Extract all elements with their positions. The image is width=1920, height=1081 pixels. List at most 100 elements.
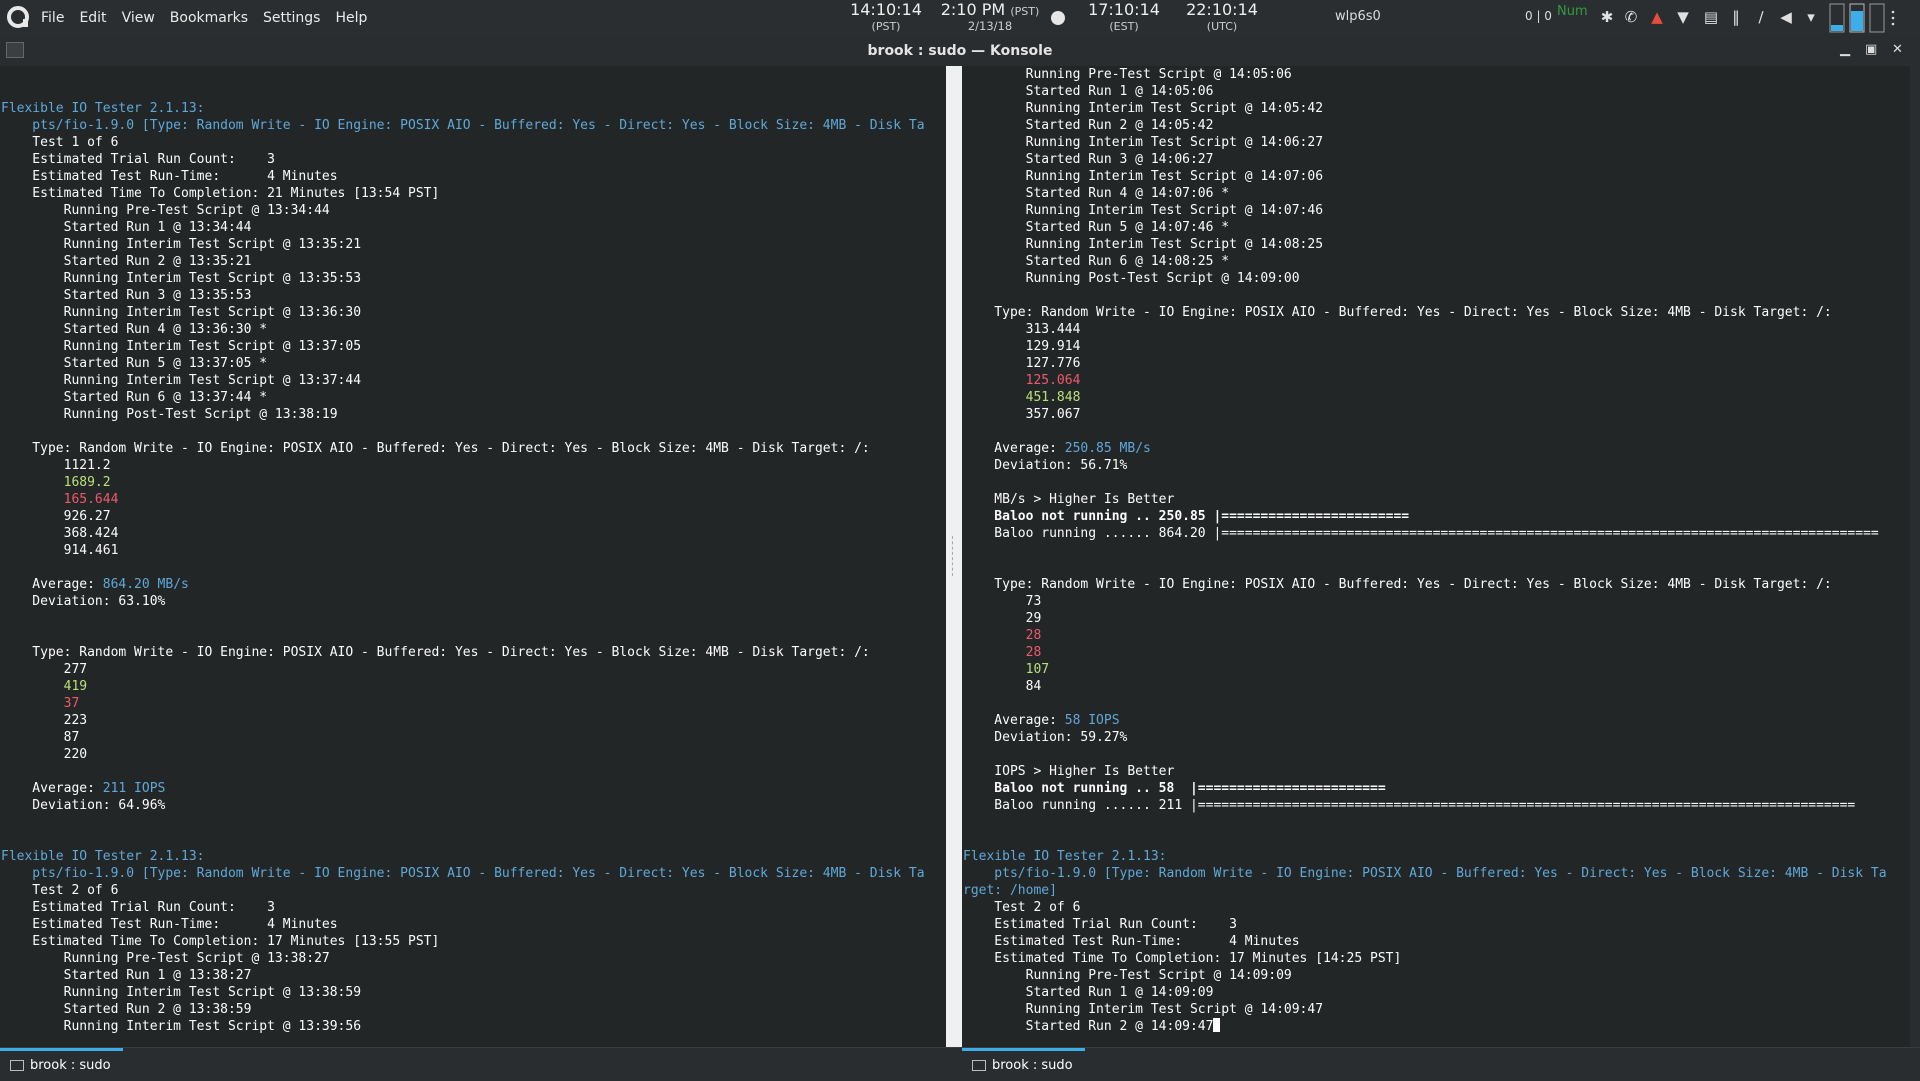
terminal-line: Started Run 5 @ 14:07:46 * bbox=[963, 219, 1887, 236]
terminal-line: Started Run 2 @ 13:35:21 bbox=[1, 253, 925, 270]
top-panel: File Edit View Bookmarks Settings Help 1… bbox=[0, 0, 1920, 48]
ghost-icon[interactable]: ▲ bbox=[1648, 8, 1666, 26]
terminal-line-text: 914.461 bbox=[1, 543, 119, 558]
terminal-line-text: Started Run 6 @ 13:37:44 * bbox=[1, 390, 268, 405]
menu-help[interactable]: Help bbox=[335, 10, 367, 26]
terminal-line-text: Running Interim Test Script @ 14:06:27 bbox=[963, 135, 1324, 150]
terminal-line-text: 1121.2 bbox=[1, 458, 111, 473]
terminal-output: Flexible IO Tester 2.1.13: pts/fio-1.9.0… bbox=[1, 66, 925, 1035]
terminal-line: 277 bbox=[1, 661, 925, 678]
clock-zone: (EST) bbox=[1109, 20, 1139, 33]
terminal-line: IOPS > Higher Is Better bbox=[963, 763, 1887, 780]
terminal-line: 357.067 bbox=[963, 406, 1887, 423]
terminal-line-text: Baloo not running .. 58 |===============… bbox=[963, 781, 1386, 796]
terminal-line: Estimated Test Run-Time: 4 Minutes bbox=[1, 916, 925, 933]
terminal-icon bbox=[972, 1060, 986, 1071]
terminal-line: 29 bbox=[963, 610, 1887, 627]
minimize-icon[interactable]: ▁ bbox=[1840, 42, 1850, 57]
split-divider[interactable] bbox=[946, 66, 962, 1047]
bluetooth-icon[interactable]: ✱ bbox=[1598, 8, 1616, 26]
pause-icon[interactable]: ‖ bbox=[1727, 8, 1745, 26]
terminal-line: 1689.2 bbox=[1, 474, 925, 491]
menu-edit[interactable]: Edit bbox=[79, 10, 106, 26]
terminal-line: pts/fio-1.9.0 [Type: Random Write - IO E… bbox=[1, 117, 925, 134]
terminal-line-text: Estimated Trial Run Count: 3 bbox=[1, 900, 275, 915]
terminal-line: Running Interim Test Script @ 14:08:25 bbox=[963, 236, 1887, 253]
terminal-line-text: Running Interim Test Script @ 13:39:56 bbox=[1, 1019, 362, 1034]
terminal-line-text: Started Run 5 @ 13:37:05 * bbox=[1, 356, 268, 371]
terminal-line: 451.848 bbox=[963, 389, 1887, 406]
terminal-line: Running Interim Test Script @ 14:09:47 bbox=[963, 1001, 1887, 1018]
clipboard-icon[interactable]: ▤ bbox=[1702, 8, 1720, 26]
terminal-line-text: 926.27 bbox=[1, 509, 111, 524]
terminal-line-text: pts/fio-1.9.0 [Type: Random Write - IO E… bbox=[1, 118, 925, 133]
split-grip[interactable] bbox=[952, 536, 957, 576]
terminal-line: Started Run 3 @ 13:35:53 bbox=[1, 287, 925, 304]
wifi-icon[interactable]: ▼ bbox=[1674, 8, 1692, 26]
terminal-right[interactable]: Running Pre-Test Script @ 14:05:06 Start… bbox=[962, 66, 1910, 1047]
terminal-line: Estimated Trial Run Count: 3 bbox=[1, 899, 925, 916]
terminal-line: Running Pre-Test Script @ 13:34:44 bbox=[1, 202, 925, 219]
scrollbar[interactable] bbox=[1910, 66, 1920, 1047]
terminal-line-text: Started Run 2 @ 13:35:21 bbox=[1, 254, 252, 269]
terminal-line: Baloo running ...... 211 |==============… bbox=[963, 797, 1887, 814]
menu-settings[interactable]: Settings bbox=[263, 10, 320, 26]
terminal-line: Running Interim Test Script @ 14:06:27 bbox=[963, 134, 1887, 151]
terminal-line-text: Baloo running ...... 211 |==============… bbox=[963, 798, 1856, 813]
terminal-line-text: 107 bbox=[963, 662, 1050, 677]
menu-file[interactable]: File bbox=[41, 10, 64, 26]
terminal-line: Estimated Time To Completion: 21 Minutes… bbox=[1, 185, 925, 202]
terminal-line-text: Running Interim Test Script @ 13:35:53 bbox=[1, 271, 362, 286]
clock-zone: (UTC) bbox=[1206, 20, 1238, 33]
terminal-line: Running Interim Test Script @ 14:07:46 bbox=[963, 202, 1887, 219]
phone-icon[interactable]: ✆ bbox=[1622, 8, 1640, 26]
network-interface[interactable]: wlp6s0 bbox=[1335, 9, 1381, 24]
terminal-line: MB/s > Higher Is Better bbox=[963, 491, 1887, 508]
clock-date: 2/13/18 bbox=[967, 19, 1013, 33]
tab-session[interactable]: brook : sudo bbox=[962, 1048, 1085, 1080]
terminal-line-text: Flexible IO Tester 2.1.13: bbox=[963, 849, 1167, 864]
terminal-line: Running Pre-Test Script @ 13:38:27 bbox=[1, 950, 925, 967]
terminal-line-text: Running Pre-Test Script @ 14:05:06 bbox=[963, 67, 1292, 82]
terminal-value: 211 IOPS bbox=[102, 781, 166, 796]
terminal-value: 58 IOPS bbox=[1064, 713, 1120, 728]
volume-icon[interactable]: ◀ bbox=[1777, 8, 1795, 26]
maximize-icon[interactable]: ▣ bbox=[1865, 42, 1877, 57]
terminal-line-text: 37 bbox=[1, 696, 80, 711]
clock-pst-short[interactable]: 2:10 PM (PST) 2/13/18 bbox=[940, 2, 1040, 34]
menu-bookmarks[interactable]: Bookmarks bbox=[170, 10, 248, 26]
tabbar-left: brook : sudo bbox=[0, 1047, 962, 1081]
terminal-line: Started Run 1 @ 14:05:06 bbox=[963, 83, 1887, 100]
terminal-line: Baloo not running .. 250.85 |===========… bbox=[963, 508, 1887, 525]
numlock-indicator: Num bbox=[1557, 4, 1588, 19]
window-titlebar[interactable]: brook : sudo — Konsole ▁ ▣ ✕ bbox=[0, 36, 1920, 66]
terminal-line: Estimated Trial Run Count: 3 bbox=[1, 151, 925, 168]
terminal-line: Started Run 2 @ 14:09:47 bbox=[963, 1018, 1887, 1035]
terminal-line: Estimated Test Run-Time: 4 Minutes bbox=[1, 168, 925, 185]
terminal-line-text: 368.424 bbox=[1, 526, 119, 541]
close-icon[interactable]: ✕ bbox=[1892, 42, 1903, 57]
terminal-line-text: rget: /home] bbox=[963, 883, 1057, 898]
terminal-left[interactable]: Flexible IO Tester 2.1.13: pts/fio-1.9.0… bbox=[0, 66, 946, 1047]
tab-label: brook : sudo bbox=[992, 1058, 1073, 1073]
pager-icon[interactable] bbox=[1828, 3, 1898, 33]
attachment-icon[interactable]: ∕ bbox=[1752, 8, 1770, 26]
terminal-line-text: 28 bbox=[963, 645, 1042, 660]
terminal-line-text: pts/fio-1.9.0 [Type: Random Write - IO E… bbox=[1, 866, 925, 881]
terminal-line-text: Type: Random Write - IO Engine: POSIX AI… bbox=[1, 441, 870, 456]
tab-session[interactable]: brook : sudo bbox=[0, 1048, 123, 1080]
menu-view[interactable]: View bbox=[122, 10, 155, 26]
terminal-line-text: Estimated Test Run-Time: 4 Minutes bbox=[1, 169, 338, 184]
terminal-line-text: Started Run 1 @ 14:09:09 bbox=[963, 985, 1214, 1000]
app-launcher-icon[interactable] bbox=[6, 5, 30, 29]
expand-tray-icon[interactable]: ▾ bbox=[1802, 8, 1820, 26]
terminal-line-text: 84 bbox=[963, 679, 1042, 694]
